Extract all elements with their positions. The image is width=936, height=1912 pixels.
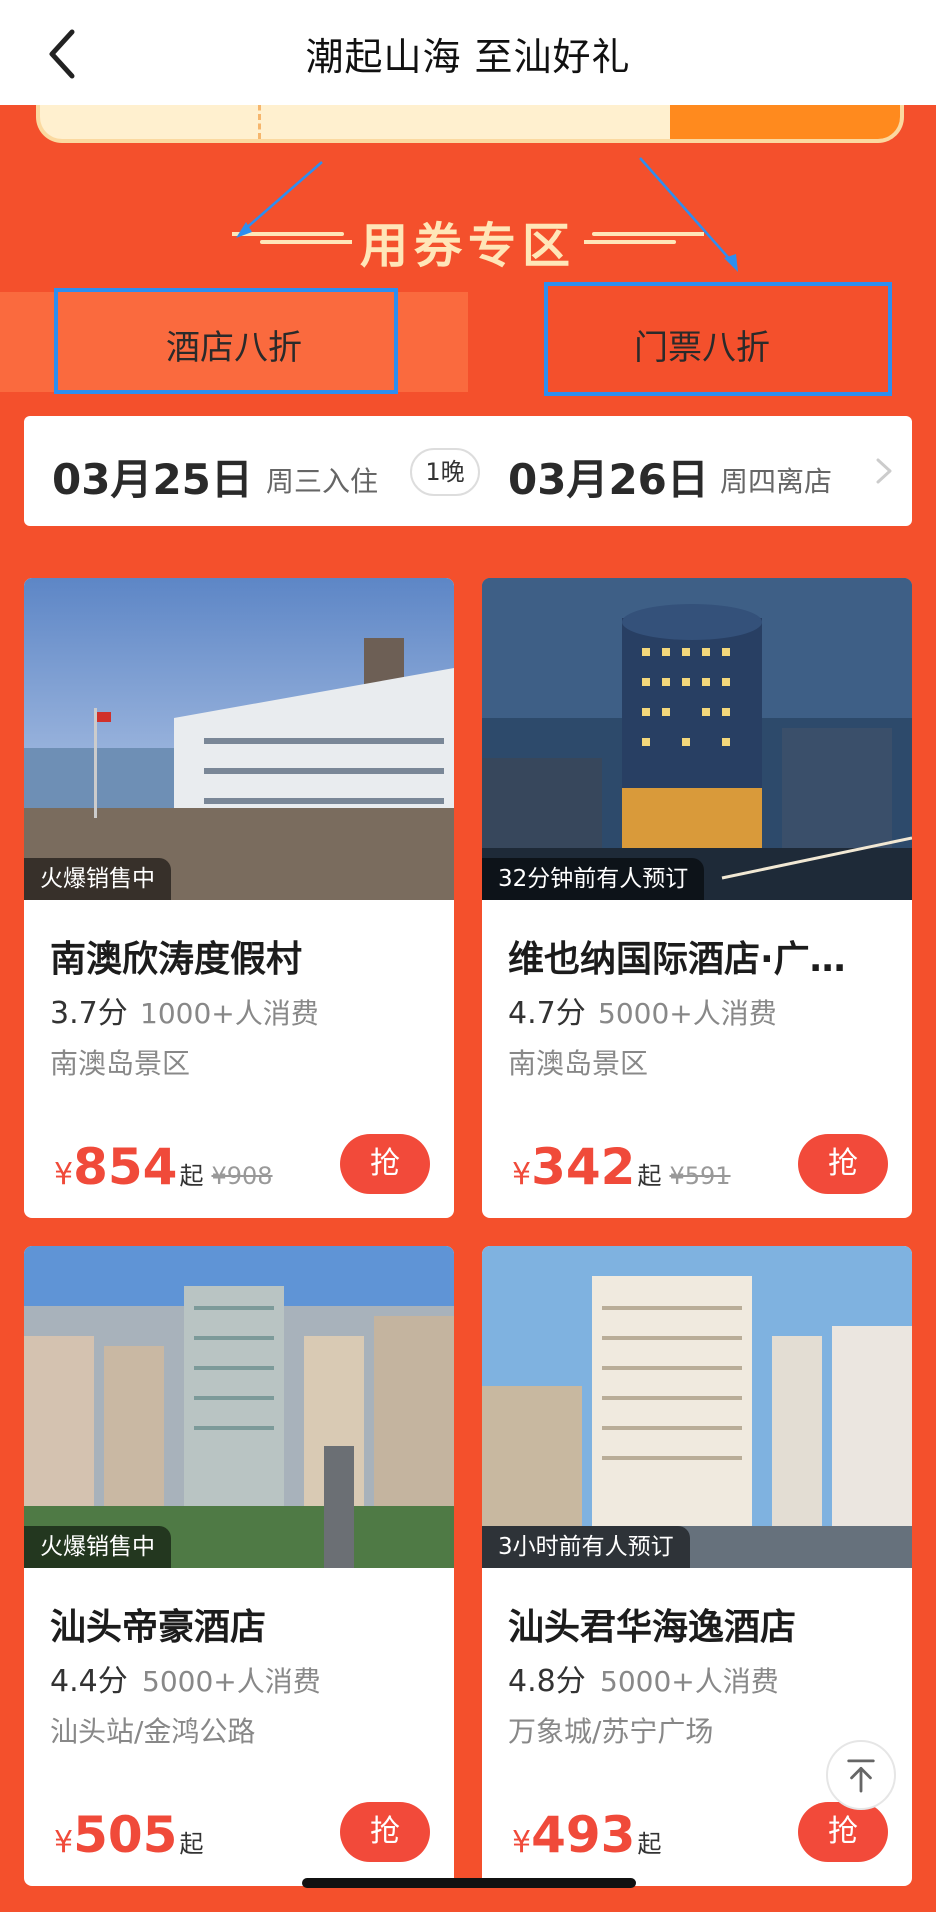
price-suffix: 起 xyxy=(637,1830,662,1858)
hotel-photo[interactable]: 32分钟前有人预订 xyxy=(482,578,912,900)
price-suffix: 起 xyxy=(637,1162,662,1190)
hotel-consume-count: 5000+人消费 xyxy=(598,997,777,1030)
price-block: ¥854起 ¥908 xyxy=(54,1138,273,1198)
hotel-area: 汕头站/金鸿公路 xyxy=(50,1715,256,1748)
original-price: ¥591 xyxy=(669,1162,731,1190)
top-navigation-bar: 潮起山海 至汕好礼 xyxy=(0,0,936,105)
checkout-label: 周四离店 xyxy=(720,465,833,498)
checkin-label: 周三入住 xyxy=(266,465,379,498)
hotel-score: 4.7分 xyxy=(508,996,586,1031)
hotel-photo[interactable]: 3小时前有人预订 xyxy=(482,1246,912,1568)
sales-tag: 火爆销售中 xyxy=(24,1526,171,1568)
back-to-top-button[interactable] xyxy=(826,1740,896,1810)
section-title: 用券专区 xyxy=(359,218,576,274)
hotel-name: 汕头帝豪酒店 xyxy=(50,1607,267,1648)
hotel-card[interactable]: 火爆销售中 汕头帝豪酒店 4.4分 5000+人消费 汕头站/金鸿公路 ¥505… xyxy=(24,1246,454,1886)
hotel-photo-resort-image xyxy=(24,578,454,900)
sales-tag: 32分钟前有人预订 xyxy=(482,858,705,900)
nights-badge: 1晚 xyxy=(410,448,480,496)
hotel-area: 万象城/苏宁广场 xyxy=(508,1715,714,1748)
hotel-photo[interactable]: 火爆销售中 xyxy=(24,578,454,900)
grab-button[interactable]: 抢 xyxy=(798,1802,888,1862)
hotel-score: 3.7分 xyxy=(50,996,128,1031)
section-header: 用券专区 xyxy=(0,200,936,274)
grab-button[interactable]: 抢 xyxy=(340,1802,430,1862)
hotel-area: 南澳岛景区 xyxy=(508,1047,649,1080)
date-selector[interactable]: 03月25日 周三入住 1晚 03月26日 周四离店 xyxy=(24,416,912,526)
hotel-card[interactable]: 火爆销售中 南澳欣涛度假村 3.7分 1000+人消费 南澳岛景区 ¥854起 ¥… xyxy=(24,578,454,1218)
currency-symbol: ¥ xyxy=(54,1825,74,1860)
hotel-photo-highrise-image xyxy=(482,1246,912,1568)
home-indicator xyxy=(302,1878,636,1888)
hotel-score: 4.4分 xyxy=(50,1664,128,1699)
hotel-card[interactable]: 32分钟前有人预订 维也纳国际酒店·广… 4.7分 5000+人消费 南澳岛景区… xyxy=(482,578,912,1218)
price-block: ¥505起 xyxy=(54,1806,203,1866)
price-value: 854 xyxy=(73,1138,178,1196)
price-suffix: 起 xyxy=(179,1162,204,1190)
hotel-photo-tower-image xyxy=(482,578,912,900)
hotel-name: 维也纳国际酒店·广… xyxy=(508,939,846,980)
checkin-date[interactable]: 03月25日 xyxy=(52,446,253,507)
currency-symbol: ¥ xyxy=(54,1157,74,1192)
category-tabs: 酒店八折 门票八折 xyxy=(0,282,936,396)
price-suffix: 起 xyxy=(179,1830,204,1858)
hotel-area: 南澳岛景区 xyxy=(50,1047,191,1080)
grab-button[interactable]: 抢 xyxy=(798,1134,888,1194)
tab-ticket-discount[interactable]: 门票八折 xyxy=(468,282,936,396)
arrow-up-to-top-icon xyxy=(847,1759,875,1793)
tab-hotel-discount[interactable]: 酒店八折 xyxy=(0,288,468,394)
currency-symbol: ¥ xyxy=(512,1825,532,1860)
hotel-photo[interactable]: 火爆销售中 xyxy=(24,1246,454,1568)
sales-tag: 3小时前有人预订 xyxy=(482,1526,690,1568)
hotel-consume-count: 1000+人消费 xyxy=(140,997,319,1030)
hotel-name: 南澳欣涛度假村 xyxy=(50,939,303,980)
price-block: ¥493起 xyxy=(512,1806,661,1866)
hotel-score: 4.8分 xyxy=(508,1664,586,1699)
currency-symbol: ¥ xyxy=(512,1157,532,1192)
highlight-box-hotel xyxy=(54,288,398,394)
page-title: 潮起山海 至汕好礼 xyxy=(305,35,631,79)
hotel-photo-city-image xyxy=(24,1246,454,1568)
chevron-right-icon xyxy=(876,458,892,484)
original-price: ¥908 xyxy=(211,1162,273,1190)
checkout-date[interactable]: 03月26日 xyxy=(508,446,709,507)
hotel-consume-count: 5000+人消费 xyxy=(600,1665,779,1698)
highlight-box-ticket xyxy=(544,282,892,396)
hotel-consume-count: 5000+人消费 xyxy=(142,1665,321,1698)
price-value: 493 xyxy=(531,1806,636,1864)
price-block: ¥342起 ¥591 xyxy=(512,1138,731,1198)
price-value: 505 xyxy=(73,1806,178,1864)
sales-tag: 火爆销售中 xyxy=(24,858,171,900)
hotel-name: 汕头君华海逸酒店 xyxy=(508,1607,797,1648)
price-value: 342 xyxy=(531,1138,636,1196)
grab-button[interactable]: 抢 xyxy=(340,1134,430,1194)
decorative-cloud-right-icon xyxy=(584,232,704,244)
